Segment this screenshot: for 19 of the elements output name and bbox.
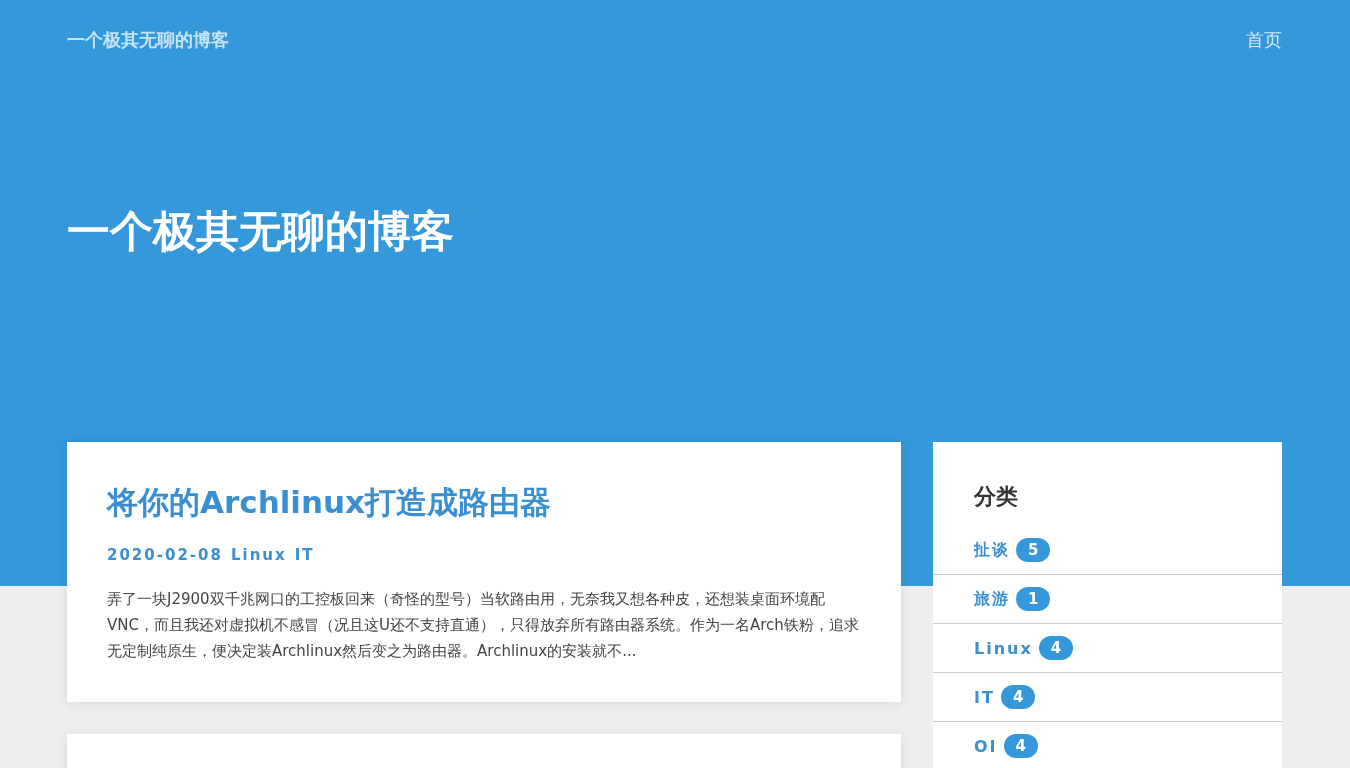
post-date: 2020-02-08 (107, 546, 223, 564)
post-excerpt: 弄了一块J2900双千兆网口的工控板回来（奇怪的型号）当软路由用，无奈我又想各种皮，还想装桌面环境配VNC，而且我还对虚拟机不感冒（况且这U还不支持直通），只得放弃所有路由器系统。作为一名Arch铁粉，追求无定制纯原生，便决定装Archlinux然后变之为路由器。Archlinux的安装就不... (107, 589, 860, 662)
count-badge: 5 (1016, 538, 1051, 562)
category-link[interactable]: 扯谈 (974, 539, 1010, 561)
count-badge: 4 (1003, 734, 1038, 758)
nav-link[interactable]: 首页 (1246, 28, 1282, 52)
category-link[interactable]: IT (974, 687, 995, 707)
count-badge: 1 (1016, 587, 1051, 611)
count-badge: 4 (1000, 685, 1036, 709)
category-link[interactable]: 旅游 (974, 588, 1010, 610)
category-link[interactable]: Linux (974, 638, 1033, 658)
category-link[interactable]: OI (974, 736, 998, 756)
count-badge: 4 (1038, 636, 1074, 660)
sidebar-heading: 分类 (974, 483, 1019, 511)
post-tag[interactable]: Linux (230, 546, 287, 564)
site-title[interactable]: 一个极其无聊的博客 (67, 28, 229, 52)
post-tag[interactable]: IT (294, 546, 315, 564)
post-title[interactable]: 将你的Archlinux打造成路由器 (107, 482, 861, 524)
hero-title: 一个极其无聊的博客 (67, 205, 454, 258)
